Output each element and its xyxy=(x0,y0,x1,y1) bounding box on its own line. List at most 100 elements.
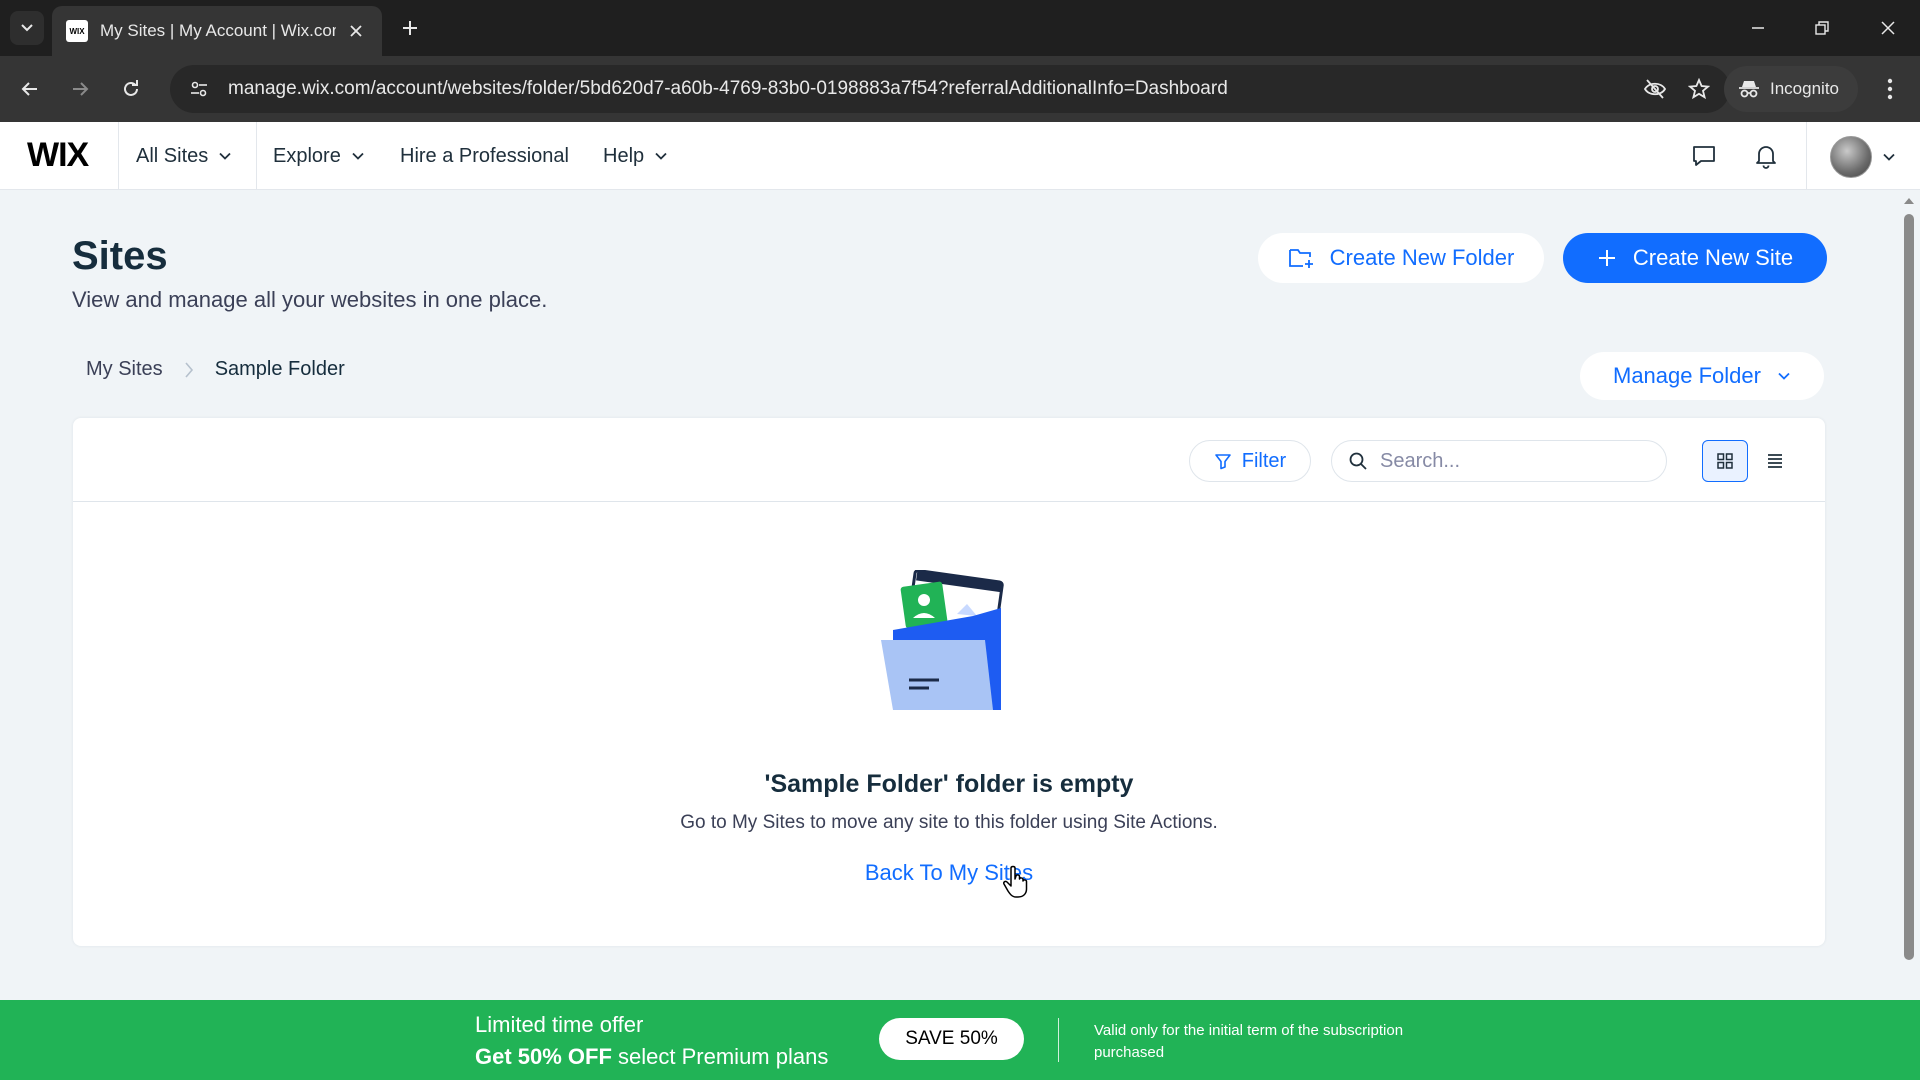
close-icon xyxy=(1881,21,1895,35)
create-new-site-button[interactable]: Create New Site xyxy=(1563,233,1827,283)
forward-button[interactable] xyxy=(63,72,97,106)
create-new-site-label: Create New Site xyxy=(1632,245,1794,270)
incognito-label: Incognito xyxy=(1770,79,1839,98)
chevron-down-icon xyxy=(1778,372,1790,380)
chevron-down-icon xyxy=(219,152,231,160)
site-info-icon[interactable] xyxy=(186,76,212,102)
breadcrumb-sample-folder: Sample Folder xyxy=(214,358,345,380)
search-icon xyxy=(1349,452,1367,470)
promo-offer-bold: Get 50% OFF xyxy=(475,1044,612,1069)
promo-divider xyxy=(1058,1018,1059,1062)
plus-icon xyxy=(1598,250,1615,266)
back-to-my-sites-link[interactable]: Back To My Sites xyxy=(73,860,1825,886)
page-title: Sites xyxy=(72,234,168,278)
minimize-icon xyxy=(1752,27,1764,29)
grid-view-button[interactable] xyxy=(1702,440,1748,482)
promo-banner: Limited time offer Get 50% OFF select Pr… xyxy=(0,1000,1920,1080)
plus-icon xyxy=(403,21,417,35)
empty-state-title: 'Sample Folder' folder is empty xyxy=(764,770,1134,798)
save-50-button[interactable]: SAVE 50% xyxy=(879,1018,1024,1060)
tab-title: My Sites | My Account | Wix.com xyxy=(100,21,336,40)
tab-close-button[interactable] xyxy=(344,19,368,43)
wix-top-nav: WIX All Sites Explore Hire a Professiona… xyxy=(0,122,1920,190)
reload-button[interactable] xyxy=(114,72,148,106)
browser-toolbar: manage.wix.com/account/websites/folder/5… xyxy=(0,56,1920,122)
browser-tab-bar: WIX My Sites | My Account | Wix.com xyxy=(0,0,1920,56)
manage-folder-label: Manage Folder xyxy=(1613,363,1761,388)
tracking-protection-icon[interactable] xyxy=(1640,74,1670,104)
more-vertical-icon xyxy=(1887,78,1893,100)
page-scrollbar[interactable] xyxy=(1898,190,1920,1000)
list-view-button[interactable] xyxy=(1752,440,1798,482)
wix-favicon-icon: WIX xyxy=(66,20,88,42)
empty-folder-illustration xyxy=(881,570,1004,710)
scroll-up-arrow-icon[interactable] xyxy=(1903,196,1915,206)
filter-icon xyxy=(1214,454,1231,470)
account-menu-toggle[interactable] xyxy=(1882,150,1896,169)
arrow-right-icon xyxy=(73,82,89,96)
nav-help[interactable]: Help xyxy=(603,122,668,190)
nav-divider xyxy=(118,122,119,190)
incognito-icon xyxy=(1739,81,1759,98)
nav-explore-label: Explore xyxy=(273,144,341,167)
chevron-right-icon xyxy=(185,361,193,378)
scrollbar-thumb[interactable] xyxy=(1904,214,1914,960)
browser-menu-button[interactable] xyxy=(1874,73,1906,105)
breadcrumb-my-sites[interactable]: My Sites xyxy=(86,358,163,381)
bookmark-star-icon[interactable] xyxy=(1684,74,1714,104)
arrow-left-icon xyxy=(21,82,37,96)
search-input[interactable] xyxy=(1380,449,1640,473)
nav-divider xyxy=(1806,122,1807,190)
filter-button[interactable]: Filter xyxy=(1189,440,1311,482)
nav-divider xyxy=(256,122,257,190)
notifications-button[interactable] xyxy=(1750,140,1782,172)
chevron-down-icon xyxy=(21,24,33,32)
window-close-button[interactable] xyxy=(1872,12,1904,44)
sites-toolbar: Filter xyxy=(73,418,1825,502)
search-box[interactable] xyxy=(1331,440,1667,482)
grid-icon xyxy=(1717,453,1733,469)
filter-label: Filter xyxy=(1241,449,1287,472)
list-icon xyxy=(1768,454,1782,468)
window-minimize-button[interactable] xyxy=(1742,12,1774,44)
hand-pointer-cursor-icon xyxy=(1003,865,1028,898)
nav-hire-professional[interactable]: Hire a Professional xyxy=(400,122,569,190)
page-subtitle: View and manage all your websites in one… xyxy=(72,287,548,312)
chevron-down-icon xyxy=(1883,153,1895,161)
promo-offer: Get 50% OFF select Premium plans xyxy=(475,1044,828,1070)
incognito-badge[interactable]: Incognito xyxy=(1724,66,1858,112)
nav-hire-professional-label: Hire a Professional xyxy=(400,144,569,167)
reload-icon xyxy=(124,80,138,96)
sites-panel: Filter 'Sample Folder' folder is empty G… xyxy=(73,418,1825,946)
save-50-label: SAVE 50% xyxy=(905,1028,998,1049)
folder-plus-icon xyxy=(1288,249,1313,268)
nav-all-sites[interactable]: All Sites xyxy=(136,122,232,190)
chat-button[interactable] xyxy=(1688,140,1720,172)
address-bar[interactable]: manage.wix.com/account/websites/folder/5… xyxy=(170,65,1730,113)
breadcrumb: My Sites Sample Folder xyxy=(86,358,345,381)
nav-help-label: Help xyxy=(603,144,645,167)
create-new-folder-label: Create New Folder xyxy=(1329,245,1515,270)
promo-headline: Limited time offer xyxy=(475,1012,644,1037)
browser-tab-active[interactable]: WIX My Sites | My Account | Wix.com xyxy=(52,6,382,56)
back-button[interactable] xyxy=(13,72,47,106)
chat-icon xyxy=(1693,146,1715,166)
tab-search-button[interactable] xyxy=(10,11,44,45)
empty-state-description: Go to My Sites to move any site to this … xyxy=(680,812,1218,833)
bell-icon xyxy=(1756,146,1776,169)
url-text: manage.wix.com/account/websites/folder/5… xyxy=(228,78,1228,99)
manage-folder-button[interactable]: Manage Folder xyxy=(1580,352,1824,400)
chevron-down-icon xyxy=(352,152,364,160)
close-icon xyxy=(350,25,362,37)
window-restore-button[interactable] xyxy=(1806,12,1838,44)
nav-explore[interactable]: Explore xyxy=(273,122,365,190)
new-tab-button[interactable] xyxy=(396,14,424,42)
create-new-folder-button[interactable]: Create New Folder xyxy=(1258,233,1544,283)
user-avatar[interactable] xyxy=(1830,136,1872,178)
nav-all-sites-label: All Sites xyxy=(136,144,209,167)
chevron-down-icon xyxy=(655,152,667,160)
restore-icon xyxy=(1815,21,1829,35)
promo-disclaimer: Valid only for the initial term of the s… xyxy=(1094,1022,1404,1061)
wix-logo[interactable]: WIX xyxy=(27,136,89,175)
promo-offer-rest: select Premium plans xyxy=(611,1044,829,1069)
